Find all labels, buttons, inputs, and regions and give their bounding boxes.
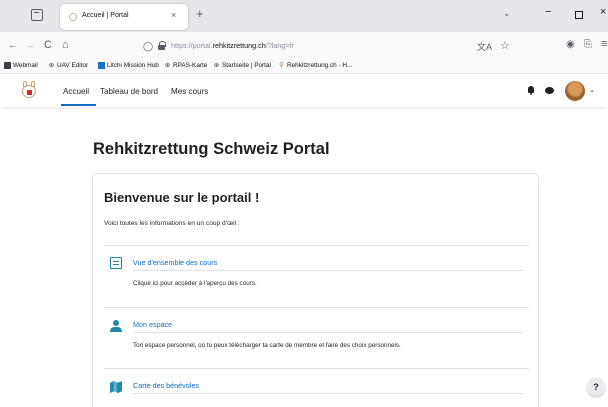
item-rule xyxy=(133,332,523,333)
messages-icon[interactable] xyxy=(545,87,554,94)
avatar[interactable] xyxy=(565,81,585,101)
litchi-icon xyxy=(98,62,105,69)
reload-button[interactable]: C xyxy=(44,39,52,51)
url-bar[interactable]: ◯ https://portal.rehkitzrettung.ch/?lang… xyxy=(132,36,526,56)
bookmark-webmail[interactable]: Webmail xyxy=(4,62,38,69)
item-rule xyxy=(133,393,523,394)
card-intro: Voici toutes les informations en un coup… xyxy=(104,220,240,227)
page-title: Rehkitzrettung Schweiz Portal xyxy=(93,140,330,158)
browser-tab-accueil[interactable]: Accueil | Portal × xyxy=(60,4,188,30)
bookmark-uav-editor[interactable]: ⊕ UAV Editor xyxy=(48,62,88,69)
translate-icon[interactable]: 文A xyxy=(477,40,492,53)
new-tab-button[interactable]: + xyxy=(196,6,204,21)
home-button[interactable]: ⌂ xyxy=(62,39,69,51)
bookmark-rpas-karte[interactable]: ⊕ RPAS-Karte xyxy=(164,62,208,69)
site-header: Accueil Tableau de bord Mes cours ⌄ xyxy=(0,75,608,107)
link-carte-des-benevoles[interactable]: Carte des bénévoles xyxy=(133,381,199,390)
welcome-card: Bienvenue sur le portail ! Voici toutes … xyxy=(92,173,539,407)
globe-icon: ⊕ xyxy=(164,62,171,69)
item-desc-course-overview: Clique ici pour accéder à l'aperçu des c… xyxy=(133,280,257,287)
back-button[interactable]: ← xyxy=(8,40,18,51)
bookmark-rehkitzrettung[interactable]: ⚲ Rehkitzrettung.ch - H... xyxy=(278,62,352,69)
list-all-tabs-icon[interactable]: ⌄ xyxy=(503,8,511,19)
account-icon[interactable]: ◉ xyxy=(566,39,575,50)
divider xyxy=(104,368,529,369)
globe-icon: ⊕ xyxy=(48,62,55,69)
course-overview-icon xyxy=(110,257,122,269)
browser-tab-bar: Accueil | Portal × + ⌄ − × xyxy=(0,0,608,32)
item-desc-mon-espace: Ton espace personnel, où tu peux télécha… xyxy=(133,342,401,349)
map-icon xyxy=(110,381,122,393)
bookmarks-toolbar: Webmail ⊕ UAV Editor Litchi Mission Hub … xyxy=(0,60,608,74)
user-menu-chevron-icon[interactable]: ⌄ xyxy=(589,86,595,94)
bookmark-startseite-portal[interactable]: ⊕ Startseite | Portal xyxy=(213,62,271,69)
site-logo[interactable] xyxy=(21,81,37,99)
extensions-icon[interactable]: ⎘ xyxy=(584,39,592,50)
tab-favicon-icon xyxy=(69,13,77,21)
nav-tableau-de-bord[interactable]: Tableau de bord xyxy=(100,87,158,96)
rehkitz-icon: ⚲ xyxy=(279,62,284,69)
url-text[interactable]: https://portal.rehkitzrettung.ch/?lang=f… xyxy=(171,41,294,50)
notification-bell-icon[interactable] xyxy=(527,86,535,95)
bookmark-star-icon[interactable]: ☆ xyxy=(500,39,510,52)
app-menu-icon[interactable]: ≡ xyxy=(601,38,607,50)
divider xyxy=(104,245,529,246)
window-maximize-button[interactable] xyxy=(575,11,583,19)
window-minimize-button[interactable]: − xyxy=(545,6,551,18)
forward-button[interactable]: → xyxy=(25,40,35,51)
lock-icon[interactable] xyxy=(158,41,166,50)
active-nav-indicator xyxy=(61,104,96,106)
item-rule xyxy=(133,270,523,271)
browser-nav-bar: ← → C ⌂ ◯ https://portal.rehkitzrettung.… xyxy=(0,32,608,60)
tab-close-icon[interactable]: × xyxy=(171,10,176,20)
tracking-shield-icon[interactable]: ◯ xyxy=(143,41,153,52)
tab-list-icon[interactable] xyxy=(31,9,43,21)
link-mon-espace[interactable]: Mon espace xyxy=(133,320,172,329)
globe-icon: ⊕ xyxy=(213,62,220,69)
tab-title: Accueil | Portal xyxy=(82,12,129,19)
card-title: Bienvenue sur le portail ! xyxy=(104,190,260,205)
help-button[interactable]: ? xyxy=(587,378,605,396)
bookmark-litchi-mission-hub[interactable]: Litchi Mission Hub xyxy=(98,62,159,69)
window-close-button[interactable]: × xyxy=(600,6,606,18)
link-course-overview[interactable]: Vue d'ensemble des cours xyxy=(133,258,217,267)
envelope-icon xyxy=(4,62,11,69)
divider xyxy=(104,307,529,308)
nav-mes-cours[interactable]: Mes cours xyxy=(171,87,208,96)
user-icon xyxy=(110,320,122,332)
nav-accueil[interactable]: Accueil xyxy=(63,87,89,96)
